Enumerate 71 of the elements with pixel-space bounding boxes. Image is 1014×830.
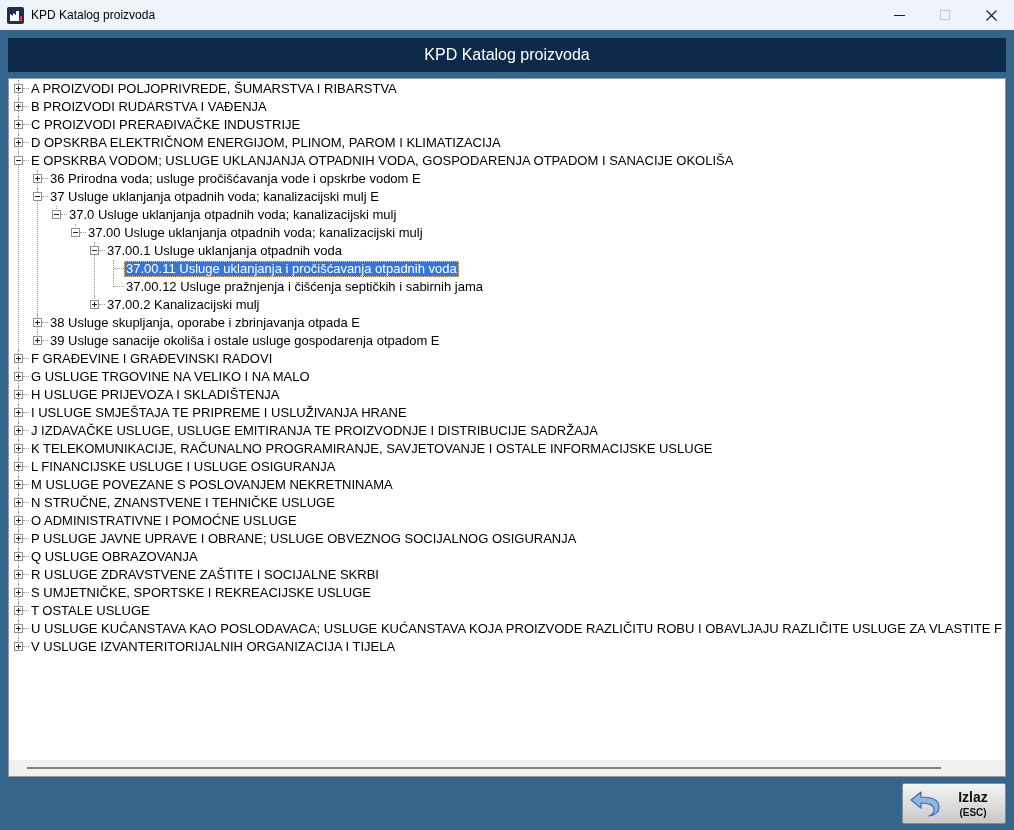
expand-icon[interactable] xyxy=(14,588,23,597)
collapse-icon[interactable] xyxy=(52,210,61,219)
tree-item[interactable]: K TELEKOMUNIKACIJE, RAČUNALNO PROGRAMIRANJE, SAVJETOVANJE I OSTALE INFORMACIJSKE USLUGE xyxy=(29,441,715,457)
expand-icon[interactable] xyxy=(90,300,99,309)
expand-icon[interactable] xyxy=(14,534,23,543)
tree-item[interactable]: D OPSKRBA ELEKTRIČNOM ENERGIJOM, PLINOM, PAROM I KLIMATIZACIJA xyxy=(29,135,503,151)
expand-icon[interactable] xyxy=(14,354,23,363)
exit-shortcut: (ESC) xyxy=(959,807,987,818)
tree-item[interactable]: N STRUČNE, ZNANSTVENE I TEHNIČKE USLUGE xyxy=(29,495,337,511)
collapse-icon[interactable] xyxy=(14,156,23,165)
tree-item[interactable]: V USLUGE IZVANTERITORIJALNIH ORGANIZACIJA I TIJELA xyxy=(29,639,398,655)
expand-icon[interactable] xyxy=(33,174,42,183)
tree-item[interactable]: B PROIZVODI RUDARSTVA I VAĐENJA xyxy=(29,99,269,115)
back-arrow-icon xyxy=(909,789,941,818)
tree-item[interactable]: 37.00 Usluge uklanjanja otpadnih voda; kanalizacijski mulj xyxy=(86,225,425,241)
tree-item[interactable]: 36 Prirodna voda; usluge pročišćavanja vode i opskrbe vodom E xyxy=(48,171,423,187)
tree-item[interactable]: 37.00.11 Usluge uklanjanja i pročišćavanja otpadnih voda xyxy=(124,261,459,277)
tree-item[interactable]: R USLUGE ZDRAVSTVENE ZAŠTITE I SOCIJALNE SKRBI xyxy=(29,567,381,583)
tree-item[interactable]: 38 Usluge skupljanja, oporabe i zbrinjavanja otpada E xyxy=(48,315,363,331)
expand-icon[interactable] xyxy=(14,570,23,579)
expand-icon[interactable] xyxy=(14,462,23,471)
expand-icon[interactable] xyxy=(14,102,23,111)
tree-item[interactable]: O ADMINISTRATIVNE I POMOĆNE USLUGE xyxy=(29,513,299,529)
collapse-icon[interactable] xyxy=(90,246,99,255)
tree-item[interactable]: 37.0 Usluge uklanjanja otpadnih voda; kanalizacijski mulj xyxy=(67,207,399,223)
expand-icon[interactable] xyxy=(33,336,42,345)
horizontal-scrollbar[interactable] xyxy=(9,760,1005,776)
tree-item[interactable]: 37.00.12 Usluge pražnjenja i čišćenja septičkih i sabirnih jama xyxy=(124,279,485,295)
exit-button[interactable]: Izlaz (ESC) xyxy=(902,783,1006,824)
tree-item[interactable]: U USLUGE KUĆANSTAVA KAO POSLODAVACA; USLUGE KUĆANSTAVA KOJA PROIZVODE RAZLIČITU ROBU I OBAVLJAJU RAZLIČITE USLUGE ZA VLASTITE F xyxy=(29,621,1004,637)
tree-item[interactable]: A PROIZVODI POLJOPRIVREDE, ŠUMARSTVA I RIBARSTVA xyxy=(29,81,399,97)
tree-item[interactable]: 37.00.2 Kanalizacijski mulj xyxy=(105,297,262,313)
tree-item[interactable]: 37 Usluge uklanjanja otpadnih voda; kanalizacijski mulj E xyxy=(48,189,381,205)
expand-icon[interactable] xyxy=(14,498,23,507)
tree-item[interactable]: I USLUGE SMJEŠTAJA TE PRIPREME I USLUŽIVANJA HRANE xyxy=(29,405,409,421)
tree-item[interactable]: S UMJETNIČKE, SPORTSKE I REKREACIJSKE USLUGE xyxy=(29,585,373,601)
expand-icon[interactable] xyxy=(14,480,23,489)
tree-item[interactable]: Q USLUGE OBRAZOVANJA xyxy=(29,549,200,565)
expand-icon[interactable] xyxy=(14,408,23,417)
tree-item[interactable]: M USLUGE POVEZANE S POSLOVANJEM NEKRETNINAMA xyxy=(29,477,395,493)
tree-item[interactable]: C PROIZVODI PRERAĐIVAČKE INDUSTRIJE xyxy=(29,117,303,133)
expand-icon[interactable] xyxy=(14,84,23,93)
tree-item[interactable]: H USLUGE PRIJEVOZA I SKLADIŠTENJA xyxy=(29,387,282,403)
expand-icon[interactable] xyxy=(14,390,23,399)
tree-item[interactable]: L FINANCIJSKE USLUGE I USLUGE OSIGURANJA xyxy=(29,459,338,475)
tree-item[interactable]: 39 Usluge sanacije okoliša i ostale usluge gospodarenja otpadom E xyxy=(48,333,442,349)
expand-icon[interactable] xyxy=(14,606,23,615)
tree-item[interactable]: J IZDAVAČKE USLUGE, USLUGE EMITIRANJA TE PROIZVODNJE I DISTRIBUCIJE SADRŽAJA xyxy=(29,423,601,439)
expand-icon[interactable] xyxy=(14,516,23,525)
expand-icon[interactable] xyxy=(14,120,23,129)
expand-icon[interactable] xyxy=(14,642,23,651)
tree-item[interactable]: T OSTALE USLUGE xyxy=(29,603,152,619)
exit-label: Izlaz xyxy=(958,789,988,804)
expand-icon[interactable] xyxy=(14,426,23,435)
expand-icon[interactable] xyxy=(33,318,42,327)
collapse-icon[interactable] xyxy=(33,192,42,201)
expand-icon[interactable] xyxy=(14,444,23,453)
window-title: KPD Katalog proizvoda xyxy=(31,7,156,24)
collapse-icon[interactable] xyxy=(71,228,80,237)
tree-item[interactable]: E OPSKRBA VODOM; USLUGE UKLANJANJA OTPADNIH VODA, GOSPODARENJA OTPADOM I SANACIJE OKOLIŠA xyxy=(29,153,736,169)
expand-icon[interactable] xyxy=(14,138,23,147)
tree-item[interactable]: 37.00.1 Usluge uklanjanja otpadnih voda xyxy=(105,243,344,259)
expand-icon[interactable] xyxy=(14,372,23,381)
app-icon xyxy=(7,6,24,24)
tree-item[interactable]: G USLUGE TRGOVINE NA VELIKO I NA MALO xyxy=(29,369,312,385)
scrollbar-thumb[interactable] xyxy=(27,767,941,769)
expand-icon[interactable] xyxy=(14,624,23,633)
tree-item[interactable]: F GRAĐEVINE I GRAĐEVINSKI RADOVI xyxy=(29,351,275,367)
tree-item[interactable]: P USLUGE JAVNE UPRAVE I OBRANE; USLUGE OBVEZNOG SOCIJALNOG OSIGURANJA xyxy=(29,531,579,547)
header-title: KPD Katalog proizvoda xyxy=(424,45,590,65)
expand-icon[interactable] xyxy=(14,552,23,561)
